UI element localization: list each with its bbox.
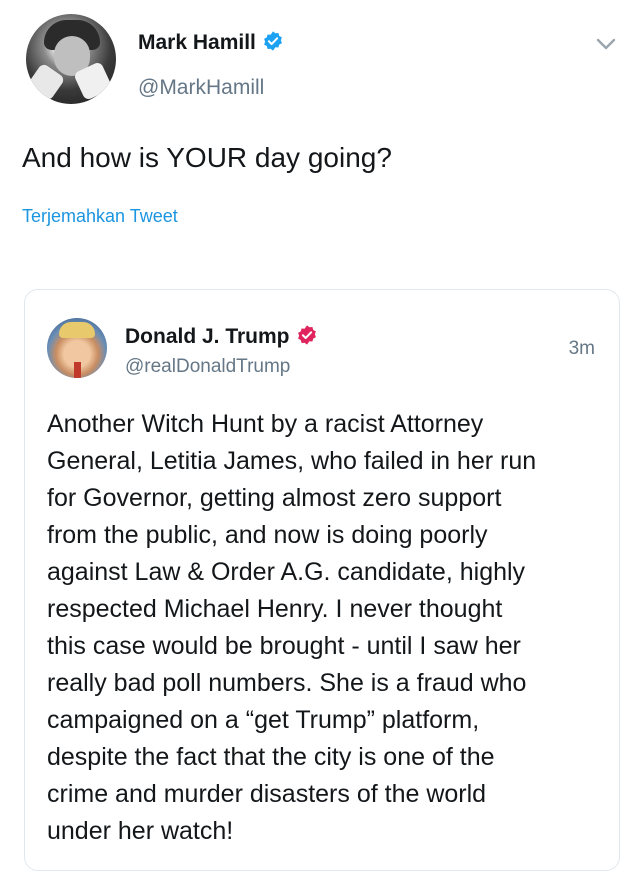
tweet-header: Mark Hamill @MarkHamill: [22, 14, 622, 114]
quoted-timestamp[interactable]: 3m: [569, 338, 595, 360]
quoted-author-name[interactable]: Donald J. Trump: [125, 324, 318, 352]
quoted-avatar-hair: [59, 322, 95, 338]
quoted-avatar-tie: [74, 362, 81, 378]
quoted-author-handle[interactable]: @realDonaldTrump: [125, 356, 290, 378]
avatar[interactable]: [26, 14, 116, 104]
verified-badge-icon: [262, 30, 284, 58]
author-name[interactable]: Mark Hamill: [138, 30, 284, 58]
author-handle[interactable]: @MarkHamill: [138, 76, 264, 100]
author-name-label: Mark Hamill: [138, 31, 256, 54]
translate-tweet-link[interactable]: Terjemahkan Tweet: [22, 206, 178, 227]
quoted-author-name-label: Donald J. Trump: [125, 325, 290, 348]
chevron-down-icon[interactable]: [592, 30, 620, 58]
tweet-text: And how is YOUR day going?: [22, 142, 392, 173]
verified-badge-icon: [296, 324, 318, 352]
quoted-tweet-text: Another Witch Hunt by a racist Attorney …: [47, 410, 537, 845]
quoted-avatar[interactable]: [47, 318, 107, 378]
quoted-tweet-card[interactable]: Donald J. Trump @realDonaldTrump 3m Anot…: [24, 289, 620, 871]
